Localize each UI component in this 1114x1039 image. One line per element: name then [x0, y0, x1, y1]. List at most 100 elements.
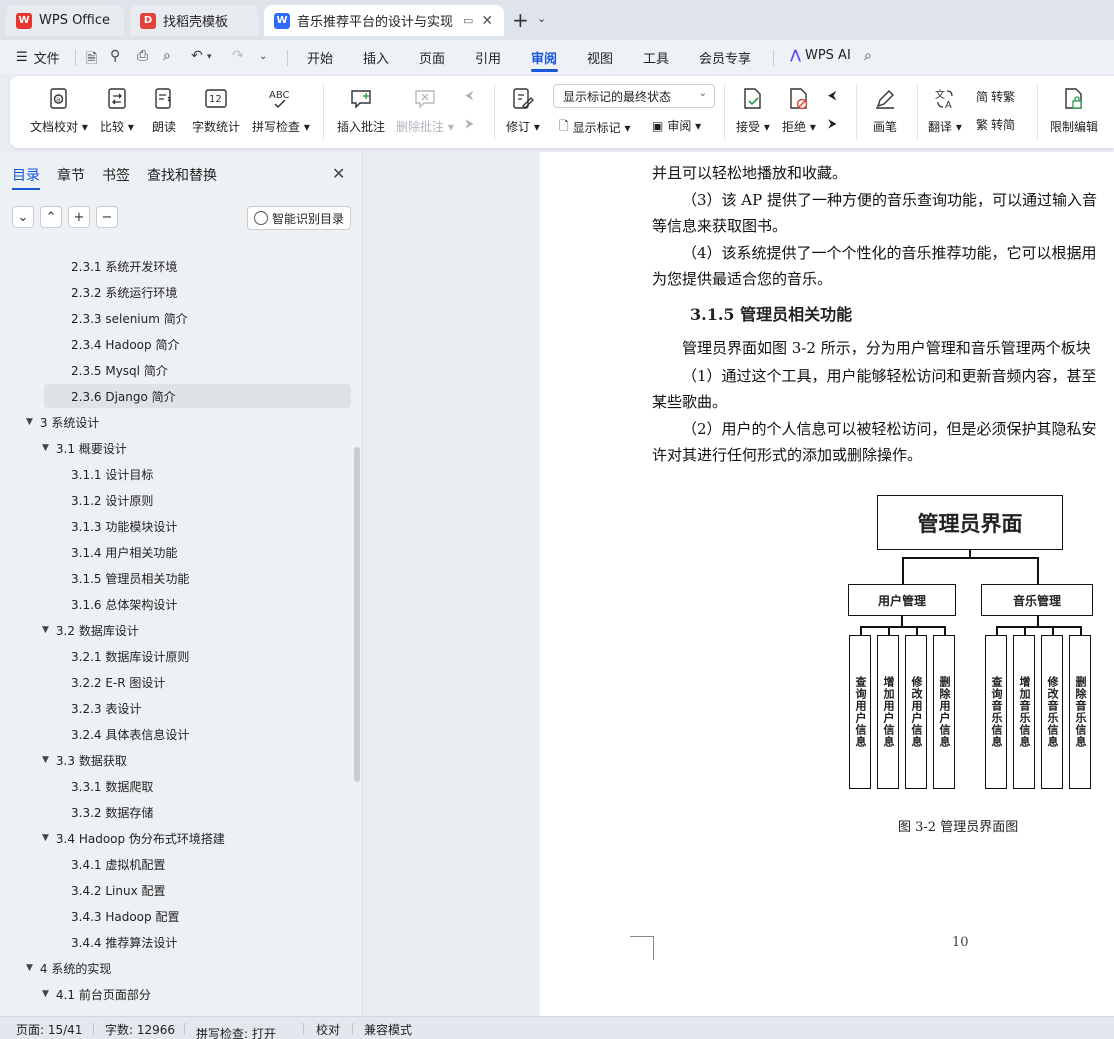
- chevron-down-icon[interactable]: ⌄: [259, 51, 267, 62]
- toc-item[interactable]: 3.1.4 用户相关功能: [71, 540, 177, 564]
- search-icon[interactable]: ⌕: [864, 48, 872, 64]
- pane-tab-sections[interactable]: 章节: [57, 165, 85, 185]
- revise-button[interactable]: 修订 ▾: [506, 86, 540, 135]
- tab-wps-office[interactable]: W WPS Office: [6, 5, 124, 36]
- expand-triangle-icon[interactable]: ▼: [26, 417, 33, 427]
- toc-item[interactable]: 3.4.3 Hadoop 配置: [71, 904, 179, 928]
- toc-item[interactable]: 2.3.3 selenium 简介: [71, 306, 188, 330]
- pane-tab-toc[interactable]: 目录: [12, 165, 40, 185]
- toc-item[interactable]: ▼ 3.4 Hadoop 伪分布式环境搭建: [42, 826, 225, 850]
- chevron-down-icon[interactable]: ▾: [207, 52, 212, 62]
- remove-heading-button[interactable]: −: [96, 206, 118, 228]
- page-indicator[interactable]: 页面: 15/41: [16, 1021, 82, 1038]
- wps-ai-button[interactable]: ⋀ WPS AI: [790, 48, 851, 63]
- close-icon[interactable]: ✕: [481, 13, 493, 29]
- review-pane-button[interactable]: ▣ 审阅 ▾: [652, 117, 701, 134]
- proof-status[interactable]: 校对: [316, 1021, 340, 1038]
- insert-comment-button[interactable]: 插入批注: [337, 86, 385, 135]
- pen-button[interactable]: 画笔: [872, 86, 898, 135]
- toc-item[interactable]: ▼ 4.1 前台页面部分: [42, 982, 151, 1006]
- expand-triangle-icon[interactable]: ▼: [42, 989, 49, 999]
- pane-scrollbar[interactable]: [354, 447, 360, 782]
- expand-triangle-icon[interactable]: ▼: [42, 755, 49, 765]
- pane-tab-find-replace[interactable]: 查找和替换: [147, 165, 217, 185]
- print-preview-icon[interactable]: ⌕: [163, 48, 171, 64]
- toc-item[interactable]: 2.3.5 Mysql 简介: [71, 358, 168, 382]
- undo-icon[interactable]: ↶: [191, 48, 203, 64]
- toc-item[interactable]: ▼ 3 系统设计: [26, 410, 99, 434]
- toc-item[interactable]: 3.1.2 设计原则: [71, 488, 153, 512]
- toc-item[interactable]: 3.4.4 推荐算法设计: [71, 930, 177, 954]
- doc-check-button[interactable]: a 文档校对 ▾: [30, 86, 88, 135]
- toc-item[interactable]: 3.2.2 E-R 图设计: [71, 670, 165, 694]
- redo-icon[interactable]: ↷: [232, 48, 244, 64]
- toc-item[interactable]: 3.3.2 数据存储: [71, 800, 153, 824]
- tab-current-document[interactable]: W 音乐推荐平台的设计与实现 毕 ▭ ✕: [264, 5, 504, 36]
- word-count-button[interactable]: 12 字数统计: [192, 86, 240, 135]
- toc-item[interactable]: 3.4.1 虚拟机配置: [71, 852, 165, 876]
- menu-tab-page[interactable]: 页面: [419, 48, 445, 67]
- spell-check-button[interactable]: ABC 拼写检查 ▾: [252, 86, 310, 135]
- to-traditional-button[interactable]: 简 转繁: [976, 88, 1015, 105]
- print-icon[interactable]: ⎙: [137, 48, 148, 64]
- translate-button[interactable]: 文A 翻译 ▾: [928, 86, 962, 135]
- format-painter-icon[interactable]: ⚲: [110, 48, 120, 64]
- collapse-down-button[interactable]: ⌄: [12, 206, 34, 228]
- compare-button[interactable]: 比较 ▾: [100, 86, 134, 135]
- expand-triangle-icon[interactable]: ▼: [42, 625, 49, 635]
- toc-item[interactable]: 3.2.1 数据库设计原则: [71, 644, 189, 668]
- toc-item[interactable]: 3.2.4 具体表信息设计: [71, 722, 189, 746]
- restrict-edit-button[interactable]: 限制编辑: [1050, 86, 1098, 135]
- markup-state-select[interactable]: 显示标记的最终状态 ⌄: [553, 84, 715, 108]
- menu-tab-home[interactable]: 开始: [307, 48, 333, 67]
- toc-item[interactable]: ▼ 3.1 概要设计: [42, 436, 127, 460]
- expand-triangle-icon[interactable]: ▼: [26, 963, 33, 973]
- expand-triangle-icon[interactable]: ▼: [42, 443, 49, 453]
- menu-tab-insert[interactable]: 插入: [363, 48, 389, 67]
- new-tab-icon[interactable]: +: [512, 8, 529, 32]
- expand-triangle-icon[interactable]: ▼: [42, 833, 49, 843]
- toc-item[interactable]: 3.3.1 数据爬取: [71, 774, 153, 798]
- toc-item[interactable]: ▼ 4 系统的实现: [26, 956, 111, 980]
- toc-item[interactable]: 2.3.1 系统开发环境: [71, 254, 177, 278]
- file-menu[interactable]: ☰ 文件: [16, 48, 60, 67]
- accept-button[interactable]: 接受 ▾: [736, 86, 770, 135]
- toc-item[interactable]: 3.1.1 设计目标: [71, 462, 153, 486]
- close-icon[interactable]: ✕: [332, 164, 345, 183]
- spell-check-status[interactable]: 拼写检查: 打开 ⌄: [196, 1021, 276, 1039]
- add-heading-button[interactable]: +: [68, 206, 90, 228]
- next-comment-icon[interactable]: ⮞: [465, 116, 474, 131]
- previous-change-icon[interactable]: ⮜: [828, 88, 837, 103]
- chevron-down-icon[interactable]: ⌄: [537, 12, 546, 25]
- collapse-up-button[interactable]: ⌃: [40, 206, 62, 228]
- tab-docer-templates[interactable]: D 找稻壳模板: [130, 5, 258, 36]
- smart-toc-button[interactable]: 智能识别目录: [247, 206, 351, 230]
- next-change-icon[interactable]: ⮞: [828, 116, 837, 131]
- menu-tab-review[interactable]: 审阅: [531, 48, 557, 67]
- toc-item[interactable]: 3.1.6 总体架构设计: [71, 592, 177, 616]
- show-markup-button[interactable]: 🗋 显示标记 ▾: [559, 117, 631, 138]
- to-simplified-button[interactable]: 繁 转简: [976, 116, 1015, 133]
- menu-tab-references[interactable]: 引用: [475, 48, 501, 67]
- pane-tab-bookmarks[interactable]: 书签: [102, 165, 130, 185]
- toc-item[interactable]: 2.3.6 Django 简介: [71, 384, 176, 408]
- toc-item[interactable]: 3.1.3 功能模块设计: [71, 514, 177, 538]
- toc-item[interactable]: ▼ 3.2 数据库设计: [42, 618, 139, 642]
- document-page[interactable]: 并且可以轻松地播放和收藏。 （3）该 AP 提供了一种方便的音乐查询功能，可以通…: [540, 152, 1114, 1016]
- menu-tab-tools[interactable]: 工具: [643, 48, 669, 67]
- previous-comment-icon[interactable]: ⮜: [465, 88, 474, 103]
- svg-text:A: A: [945, 100, 952, 111]
- save-icon[interactable]: 🗎: [86, 48, 97, 72]
- toc-item[interactable]: 3.2.3 表设计: [71, 696, 141, 720]
- toc-item[interactable]: 2.3.2 系统运行环境: [71, 280, 177, 304]
- menu-tab-member[interactable]: 会员专享: [699, 48, 751, 67]
- toc-item[interactable]: 2.3.4 Hadoop 简介: [71, 332, 179, 356]
- toc-item[interactable]: ▼ 3.3 数据获取: [42, 748, 127, 772]
- toc-item[interactable]: 3.4.2 Linux 配置: [71, 878, 166, 902]
- read-aloud-button[interactable]: 朗读: [151, 86, 177, 135]
- toc-item[interactable]: 3.1.5 管理员相关功能: [71, 566, 189, 590]
- delete-comment-button[interactable]: 删除批注 ▾: [396, 86, 454, 135]
- reject-button[interactable]: 拒绝 ▾: [782, 86, 816, 135]
- menu-tab-view[interactable]: 视图: [587, 48, 613, 67]
- word-count-indicator[interactable]: 字数: 12966: [105, 1021, 175, 1038]
